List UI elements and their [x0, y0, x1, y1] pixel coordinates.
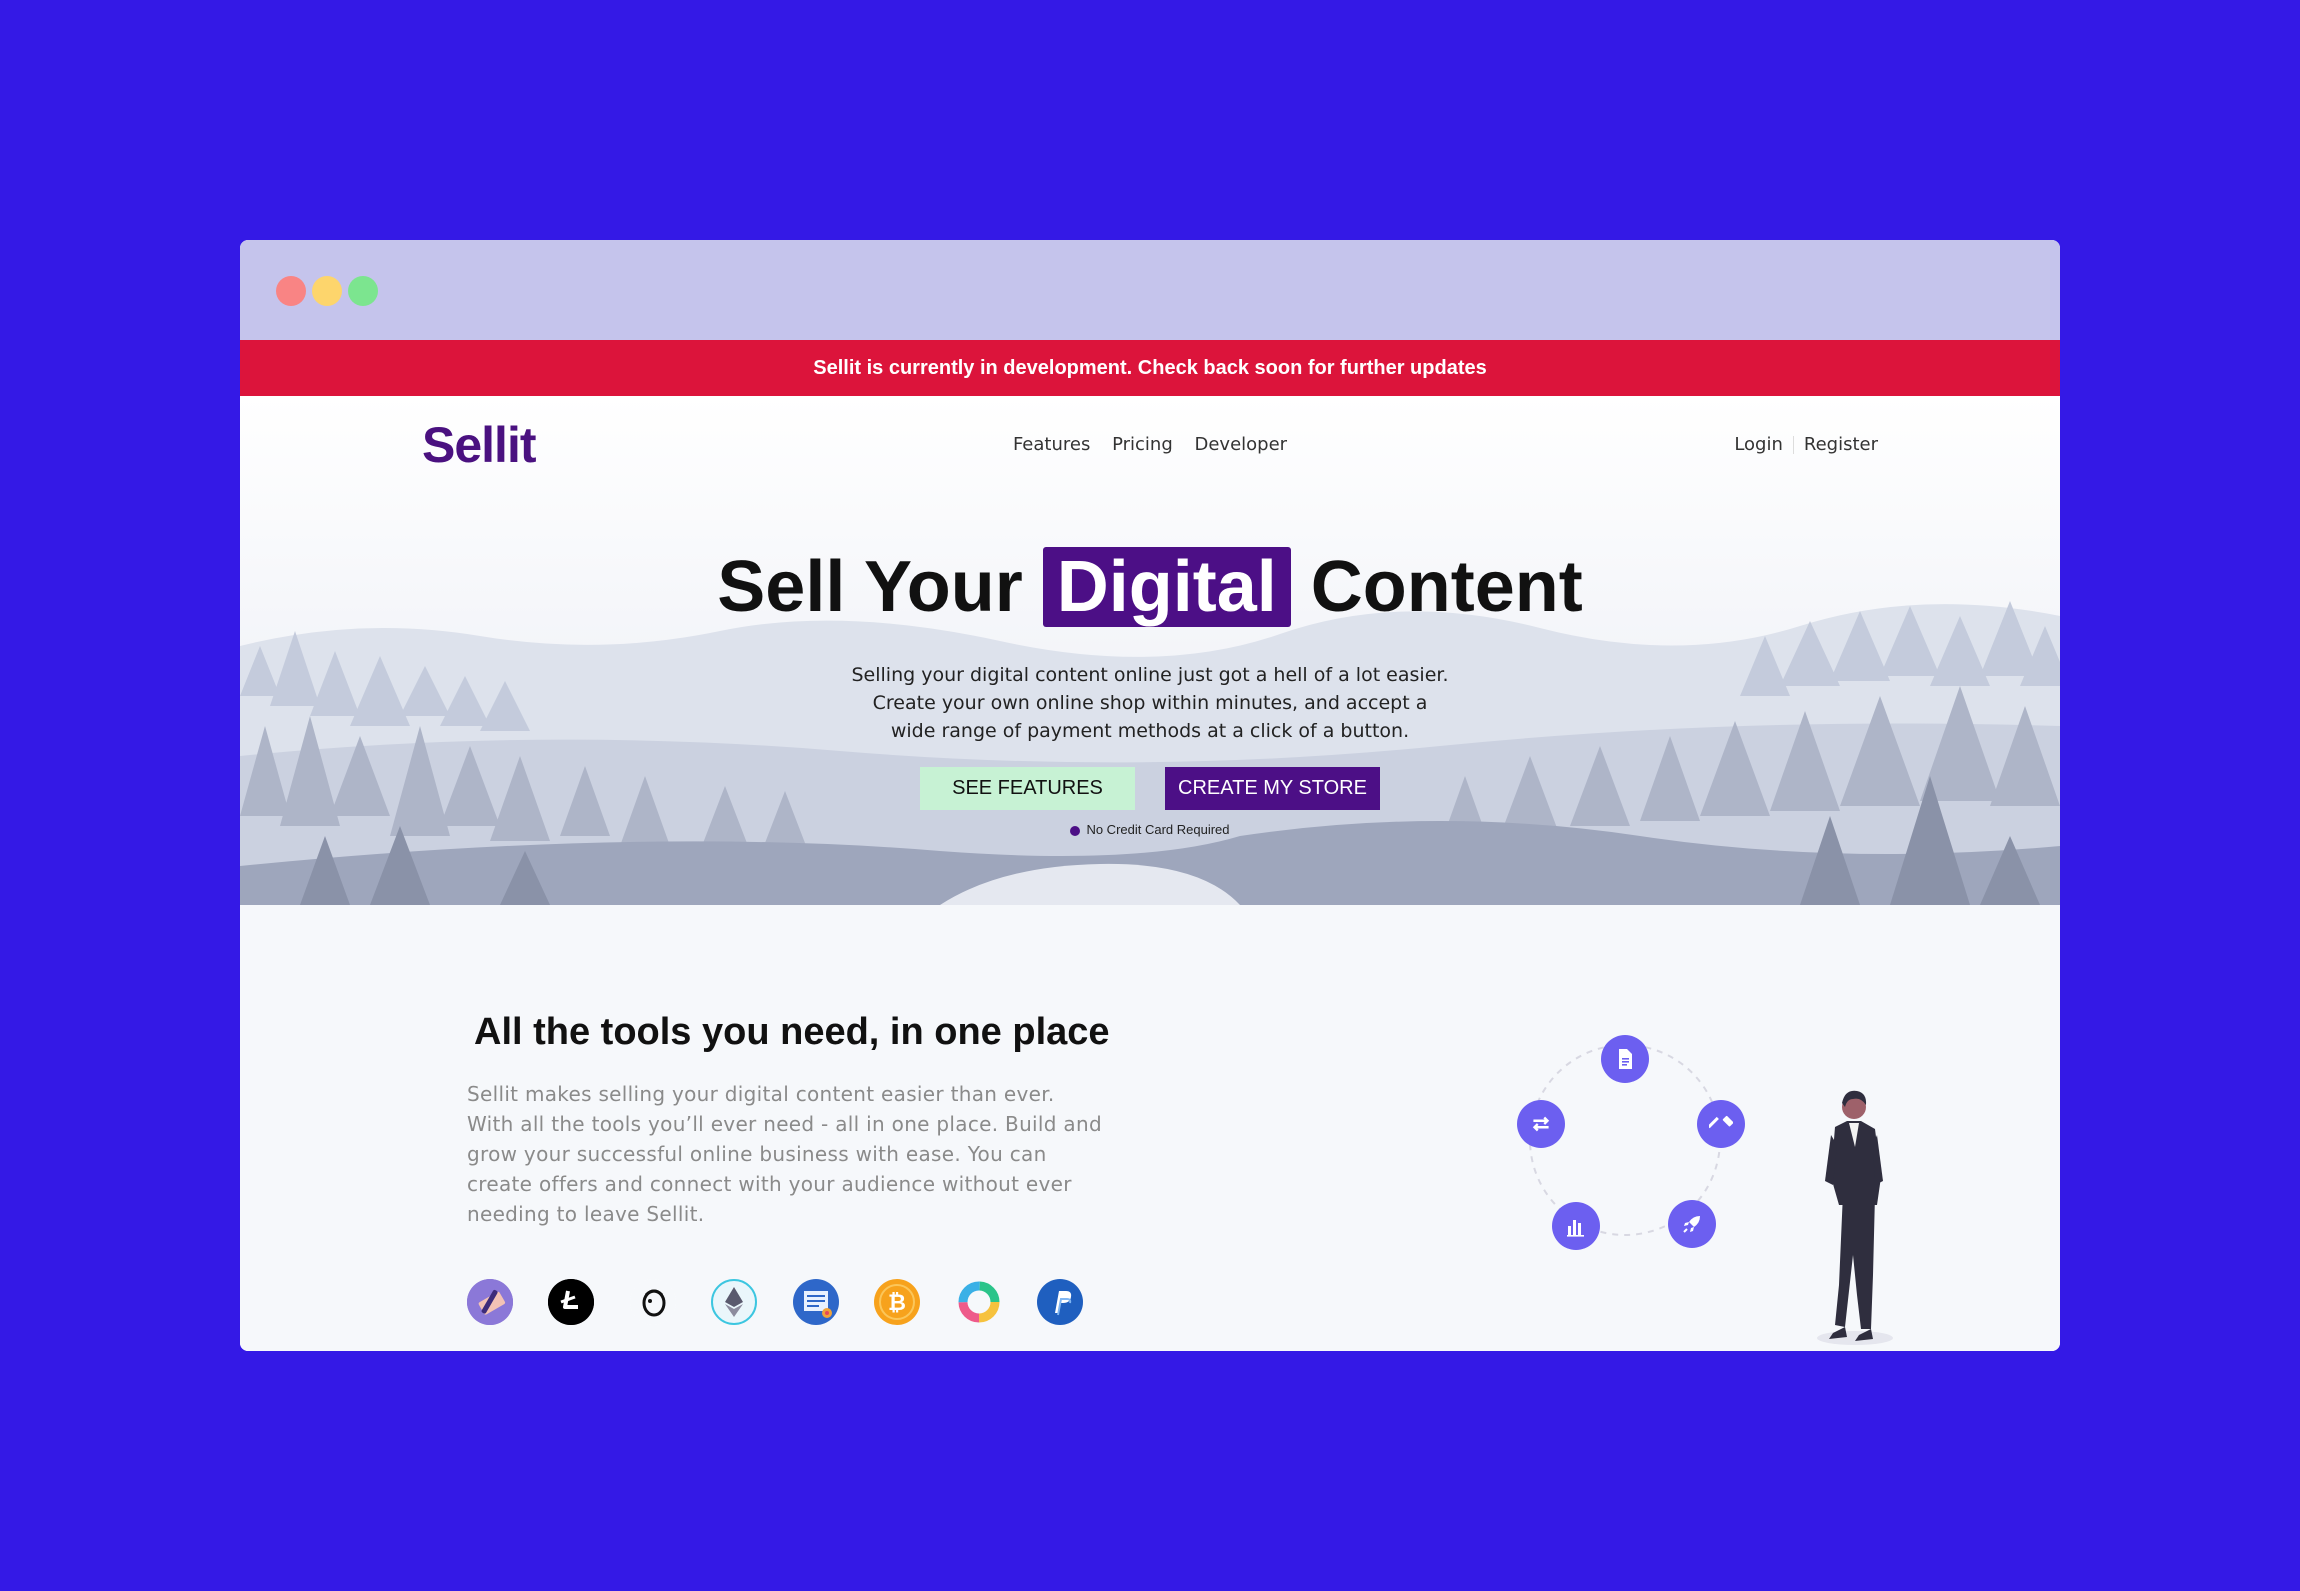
ethereum-icon	[711, 1279, 757, 1325]
mailchimp-icon	[630, 1279, 676, 1325]
create-store-button[interactable]: CREATE MY STORE	[1165, 767, 1380, 810]
headline-after: Content	[1310, 547, 1583, 627]
bitcoin-icon: ₿	[874, 1279, 920, 1325]
document-icon[interactable]	[1601, 1035, 1649, 1083]
login-link[interactable]: Login	[1734, 434, 1783, 455]
dev-banner: Sellit is currently in development. Chec…	[240, 340, 2060, 396]
headline-highlight: Digital	[1042, 547, 1291, 627]
browser-window: Sellit is currently in development. Chec…	[240, 240, 2060, 1351]
maximize-window-button[interactable]	[348, 276, 378, 306]
swap-icon[interactable]	[1517, 1100, 1565, 1148]
bullet-dot-icon	[1070, 825, 1081, 836]
feature-orbit	[1493, 1030, 1763, 1270]
stripe-icon	[467, 1279, 513, 1325]
nav-item-features[interactable]: Features	[1013, 434, 1090, 455]
certificate-icon	[793, 1279, 839, 1325]
nav-item-developer[interactable]: Developer	[1194, 434, 1287, 455]
tools-title: All the tools you need, in one place	[474, 1011, 1110, 1053]
note-text: No Credit Card Required	[1086, 822, 1230, 837]
tools-section: All the tools you need, in one place Sel…	[240, 905, 2060, 1351]
hammer-icon[interactable]	[1697, 1100, 1745, 1148]
nav-item-pricing[interactable]: Pricing	[1112, 434, 1173, 455]
headline-before: Sell Your	[717, 547, 1023, 627]
svg-text:₿: ₿	[888, 1290, 906, 1315]
donut-icon	[956, 1279, 1002, 1325]
register-link[interactable]: Register	[1804, 434, 1878, 455]
paypal-icon	[1037, 1279, 1083, 1325]
tools-description: Sellit makes selling your digital conten…	[467, 1082, 1102, 1226]
minimize-window-button[interactable]	[312, 276, 342, 306]
litecoin-icon	[548, 1279, 594, 1325]
hero-section: Sellit Features Pricing Developer Login R…	[240, 396, 2060, 905]
see-features-button[interactable]: SEE FEATURES	[920, 767, 1135, 810]
auth-links: Login Register	[1734, 434, 1878, 455]
businessman-illustration	[1817, 1090, 1893, 1345]
rocket-icon[interactable]	[1668, 1200, 1716, 1248]
hero-headline: Sell Your Digital Content	[240, 546, 2060, 628]
close-window-button[interactable]	[276, 276, 306, 306]
auth-divider	[1792, 436, 1794, 454]
bar-chart-icon[interactable]	[1552, 1202, 1600, 1250]
no-credit-card-note: No Credit Card Required	[240, 822, 2060, 837]
window-titlebar	[240, 240, 2060, 340]
hero-subtext: Selling your digital content online just…	[851, 664, 1449, 742]
